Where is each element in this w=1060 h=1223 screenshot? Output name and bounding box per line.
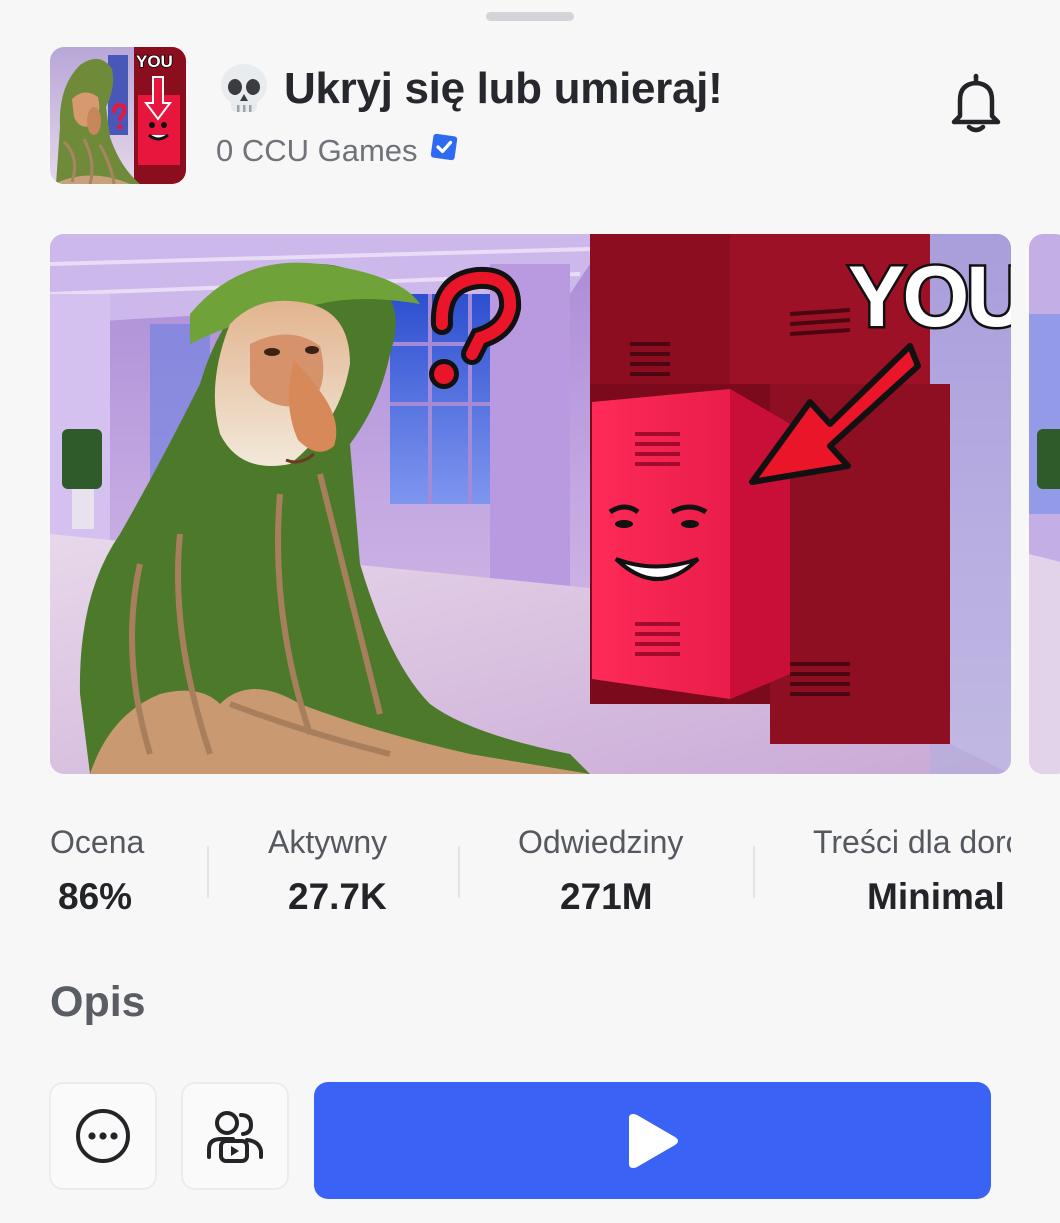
next-screenshot-peek[interactable]	[1029, 234, 1060, 774]
game-title: Ukryj się lub umieraj!	[284, 64, 723, 113]
stat-rating: Ocena 86%	[50, 820, 190, 930]
stat-maturity[interactable]: Treści dla dorosłych Minimal	[813, 820, 1011, 930]
game-detail-sheet: YOU Ukryj się lub umieraj! 0 CCU Games Y…	[0, 0, 1060, 1223]
thumbnail-you-text: YOU	[136, 52, 173, 71]
stat-label: Ocena	[50, 824, 145, 860]
creator-name[interactable]: 0 CCU Games	[216, 133, 418, 169]
stat-label: Treści dla dorosłych	[813, 824, 1011, 860]
skull-emoji	[221, 64, 267, 112]
hero-you-text: YOU	[848, 249, 1011, 345]
hero-image[interactable]: YOU	[50, 234, 1011, 774]
description-heading: Opis	[50, 978, 146, 1026]
more-icon	[76, 1109, 130, 1163]
stat-value: Minimal	[867, 876, 1005, 917]
stat-divider	[753, 846, 755, 898]
stat-label: Aktywny	[268, 824, 388, 860]
more-button[interactable]	[49, 1082, 157, 1190]
game-thumbnail: YOU	[50, 47, 186, 184]
bell-icon[interactable]	[946, 72, 1006, 134]
party-button[interactable]	[181, 1082, 289, 1190]
stat-value: 86%	[58, 876, 133, 917]
party-icon	[207, 1111, 263, 1163]
stat-visits: Odwiedziny 271M	[518, 820, 718, 930]
title-row: Ukryj się lub umieraj!	[216, 58, 723, 120]
creator-row[interactable]: 0 CCU Games	[216, 131, 459, 171]
play-button[interactable]	[314, 1082, 991, 1199]
stat-value: 27.7K	[288, 876, 387, 917]
stat-label: Odwiedziny	[518, 824, 684, 860]
play-icon	[628, 1113, 678, 1168]
verified-badge-icon	[430, 133, 457, 161]
stats-row: Ocena 86% Aktywny 27.7K Odwiedziny 271M …	[0, 820, 1060, 930]
stat-value: 271M	[560, 876, 653, 917]
stat-divider	[207, 846, 209, 898]
drag-handle[interactable]	[486, 12, 574, 21]
stat-divider	[458, 846, 460, 898]
stat-active: Aktywny 27.7K	[268, 820, 438, 930]
